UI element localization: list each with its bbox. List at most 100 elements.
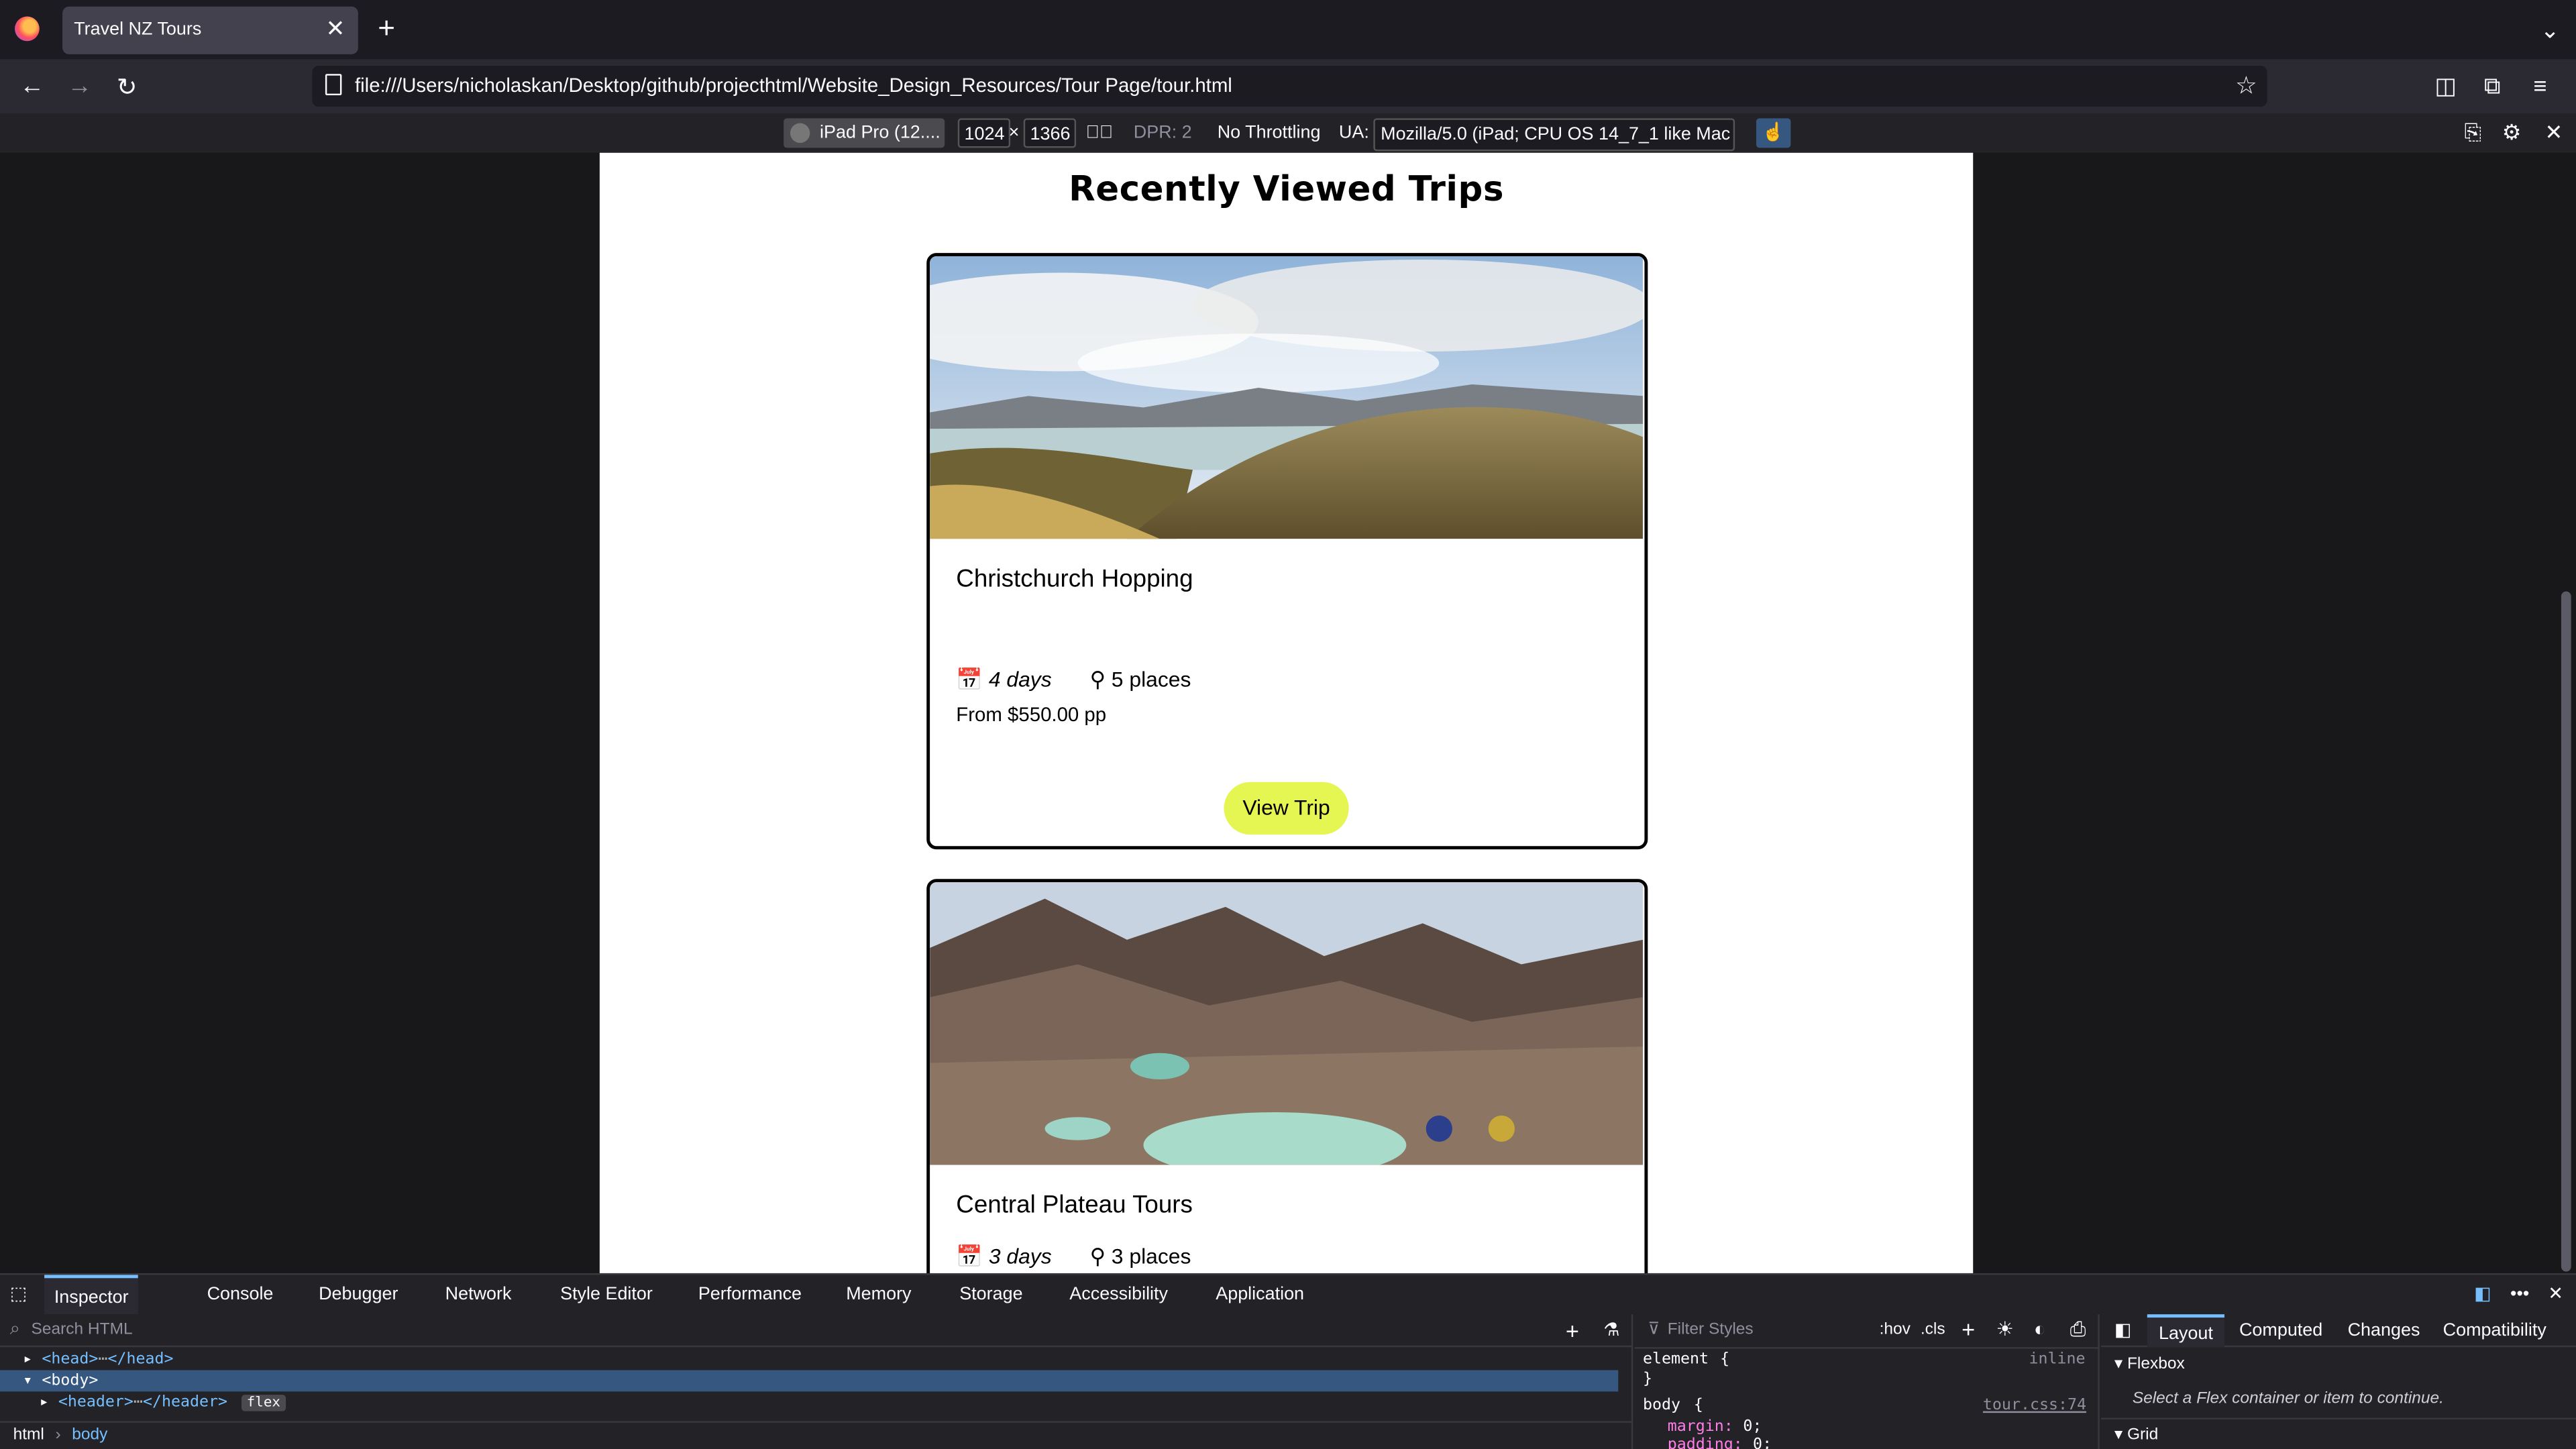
more-options-icon[interactable]: ••• bbox=[2510, 1275, 2529, 1316]
view-trip-button[interactable]: View Trip bbox=[1224, 782, 1349, 835]
hov-toggle[interactable]: :hov bbox=[1880, 1321, 1911, 1339]
css-prop-margin[interactable]: margin: bbox=[1668, 1417, 1733, 1436]
web-page: Recently Viewed Trips Christchurch Hoppi… bbox=[599, 152, 1974, 1273]
tab-memory[interactable]: Memory bbox=[846, 1275, 911, 1316]
reload-icon[interactable]: ↻ bbox=[117, 72, 138, 102]
throttling-selector[interactable]: No Throttling bbox=[1218, 118, 1321, 148]
tab-accessibility[interactable]: Accessibility bbox=[1069, 1275, 1168, 1316]
screenshot-icon[interactable]: ⎘ bbox=[2464, 120, 2481, 146]
firefox-logo-icon bbox=[15, 16, 40, 42]
tag-header-close: </header> bbox=[142, 1393, 228, 1411]
eyedropper-icon[interactable]: ⚗ bbox=[1603, 1320, 1619, 1340]
grid-label: Grid bbox=[2127, 1426, 2159, 1444]
page-title: Recently Viewed Trips bbox=[1069, 169, 1504, 209]
rotate-icon[interactable]: ▯⃕ bbox=[1086, 118, 1113, 148]
trip-meta: 📅 3 days ⚲ 3 places bbox=[956, 1244, 1191, 1270]
tab-title: Travel NZ Tours bbox=[74, 19, 202, 40]
tab-changes[interactable]: Changes bbox=[2348, 1321, 2420, 1340]
flexbox-section-toggle[interactable]: ▾ Flexbox bbox=[2114, 1355, 2185, 1373]
tab-storage[interactable]: Storage bbox=[959, 1275, 1022, 1316]
url-bar[interactable]: file:///Users/nicholaskan/Desktop/github… bbox=[312, 65, 2267, 107]
close-devtools-icon[interactable]: ✕ bbox=[2548, 1275, 2563, 1316]
tree-node-header[interactable]: ▸ <header>⋯</header> flex bbox=[0, 1391, 1618, 1413]
css-val-padding[interactable]: 0; bbox=[1753, 1436, 1772, 1449]
close-rdm-icon[interactable]: ✕ bbox=[2544, 120, 2563, 146]
css-source-link[interactable]: tour.css:74 bbox=[1983, 1397, 2086, 1415]
trip-image-christchurch bbox=[930, 256, 1643, 539]
tab-compatibility[interactable]: Compatibility bbox=[2443, 1321, 2546, 1340]
viewport-scrollbar[interactable] bbox=[2561, 591, 2571, 1272]
tab-performance[interactable]: Performance bbox=[698, 1275, 802, 1316]
tree-node-head[interactable]: ▸ <head>⋯</head> bbox=[0, 1349, 1618, 1371]
bookmark-star-icon[interactable]: ☆ bbox=[2235, 70, 2257, 101]
back-icon[interactable]: ← bbox=[19, 72, 44, 101]
element-rule: element bbox=[1642, 1350, 1709, 1369]
flex-badge[interactable]: flex bbox=[241, 1395, 286, 1411]
calendar-icon: 📅 bbox=[956, 1243, 983, 1269]
tab-application[interactable]: Application bbox=[1216, 1275, 1304, 1316]
tag-head: <head> bbox=[42, 1350, 99, 1369]
breadcrumb-separator: › bbox=[55, 1426, 61, 1444]
tag-body: <body> bbox=[42, 1371, 99, 1390]
breadcrumb-body[interactable]: body bbox=[72, 1426, 107, 1444]
forward-icon[interactable]: → bbox=[67, 72, 92, 101]
trip-meta: 📅 4 days ⚲ 5 places bbox=[956, 667, 1191, 693]
close-icon[interactable]: ✕ bbox=[326, 15, 345, 43]
height-input[interactable]: 1366 bbox=[1023, 118, 1077, 148]
tab-computed[interactable]: Computed bbox=[2239, 1321, 2322, 1340]
trip-name: Christchurch Hopping bbox=[956, 565, 1193, 594]
rules-pane: ⊽ Filter Styles :hov .cls + ☀ ◐ ⎙ elemen… bbox=[1634, 1314, 2100, 1449]
ua-label: UA: bbox=[1338, 123, 1369, 144]
inline-source: inline bbox=[2029, 1350, 2086, 1369]
dock-icon[interactable]: ◧ bbox=[2474, 1275, 2491, 1316]
light-mode-icon[interactable]: ☀ bbox=[1996, 1318, 2014, 1340]
url-text: file:///Users/nicholaskan/Desktop/github… bbox=[354, 74, 1232, 97]
trip-days: 4 days bbox=[988, 667, 1052, 692]
tab-style-editor[interactable]: Style Editor bbox=[560, 1275, 653, 1316]
pocket-icon[interactable]: ◫ bbox=[2434, 72, 2456, 101]
ua-input[interactable]: Mozilla/5.0 (iPad; CPU OS 14_7_1 like Ma… bbox=[1374, 118, 1736, 152]
calendar-icon: 📅 bbox=[956, 667, 983, 692]
tab-inspector[interactable]: Inspector bbox=[44, 1275, 139, 1316]
new-tab-icon[interactable]: + bbox=[378, 13, 395, 43]
tag-head-close: </head> bbox=[107, 1350, 174, 1369]
print-icon[interactable]: ⎙ bbox=[2070, 1318, 2086, 1342]
trip-places: 5 places bbox=[1111, 667, 1191, 692]
grid-section-toggle[interactable]: ▾ Grid bbox=[2114, 1426, 2158, 1444]
tab-network[interactable]: Network bbox=[445, 1275, 512, 1316]
dimension-separator: × bbox=[1008, 123, 1020, 144]
html-search-input[interactable]: Search HTML bbox=[32, 1321, 133, 1339]
file-icon bbox=[325, 74, 342, 96]
breadcrumb-html[interactable]: html bbox=[0, 1426, 44, 1444]
element-picker-icon[interactable]: ⬚ bbox=[10, 1275, 27, 1316]
browser-tab[interactable]: Travel NZ Tours ✕ bbox=[62, 6, 358, 54]
gear-icon[interactable]: ⚙ bbox=[2502, 120, 2522, 146]
breadcrumb: html › body bbox=[0, 1421, 1633, 1449]
filter-styles-input[interactable]: Filter Styles bbox=[1668, 1321, 1754, 1339]
add-node-icon[interactable]: + bbox=[1566, 1318, 1579, 1344]
css-prop-padding[interactable]: padding: bbox=[1668, 1436, 1743, 1449]
chevron-down-icon[interactable]: ⌄ bbox=[2540, 16, 2560, 44]
navigation-bar: ← → ↻ file:///Users/nicholaskan/Desktop/… bbox=[0, 59, 2576, 113]
layout-pane: ◧ Layout Computed Changes Compatibility … bbox=[2101, 1314, 2576, 1449]
touch-simulation-icon[interactable]: ☝ bbox=[1756, 118, 1791, 148]
trip-price: From $550.00 pp bbox=[956, 703, 1107, 727]
dark-mode-icon[interactable]: ◐ bbox=[2034, 1318, 2046, 1340]
width-input[interactable]: 1024 bbox=[957, 118, 1012, 148]
tab-debugger[interactable]: Debugger bbox=[319, 1275, 398, 1316]
device-selector[interactable]: iPad Pro (12.... bbox=[784, 118, 945, 148]
extensions-icon[interactable]: ⧉ bbox=[2484, 72, 2500, 101]
menu-icon[interactable]: ≡ bbox=[2533, 72, 2546, 99]
css-val-margin[interactable]: 0; bbox=[1743, 1417, 1762, 1436]
rule-brace-open: { bbox=[1720, 1350, 1730, 1369]
sidebar-toggle-icon[interactable]: ◧ bbox=[2114, 1320, 2131, 1340]
dpr-selector[interactable]: DPR: 2 bbox=[1134, 118, 1192, 148]
tab-layout[interactable]: Layout bbox=[2147, 1314, 2224, 1348]
cls-toggle[interactable]: .cls bbox=[1921, 1321, 1945, 1339]
tab-console[interactable]: Console bbox=[207, 1275, 274, 1316]
tree-node-body[interactable]: ▾ <body> bbox=[0, 1370, 1619, 1392]
user-agent-field[interactable]: UA: Mozilla/5.0 (iPad; CPU OS 14_7_1 lik… bbox=[1338, 118, 1741, 152]
flexbox-label: Flexbox bbox=[2127, 1355, 2185, 1374]
trip-days: 3 days bbox=[988, 1243, 1052, 1269]
add-rule-icon[interactable]: + bbox=[1962, 1316, 1975, 1342]
